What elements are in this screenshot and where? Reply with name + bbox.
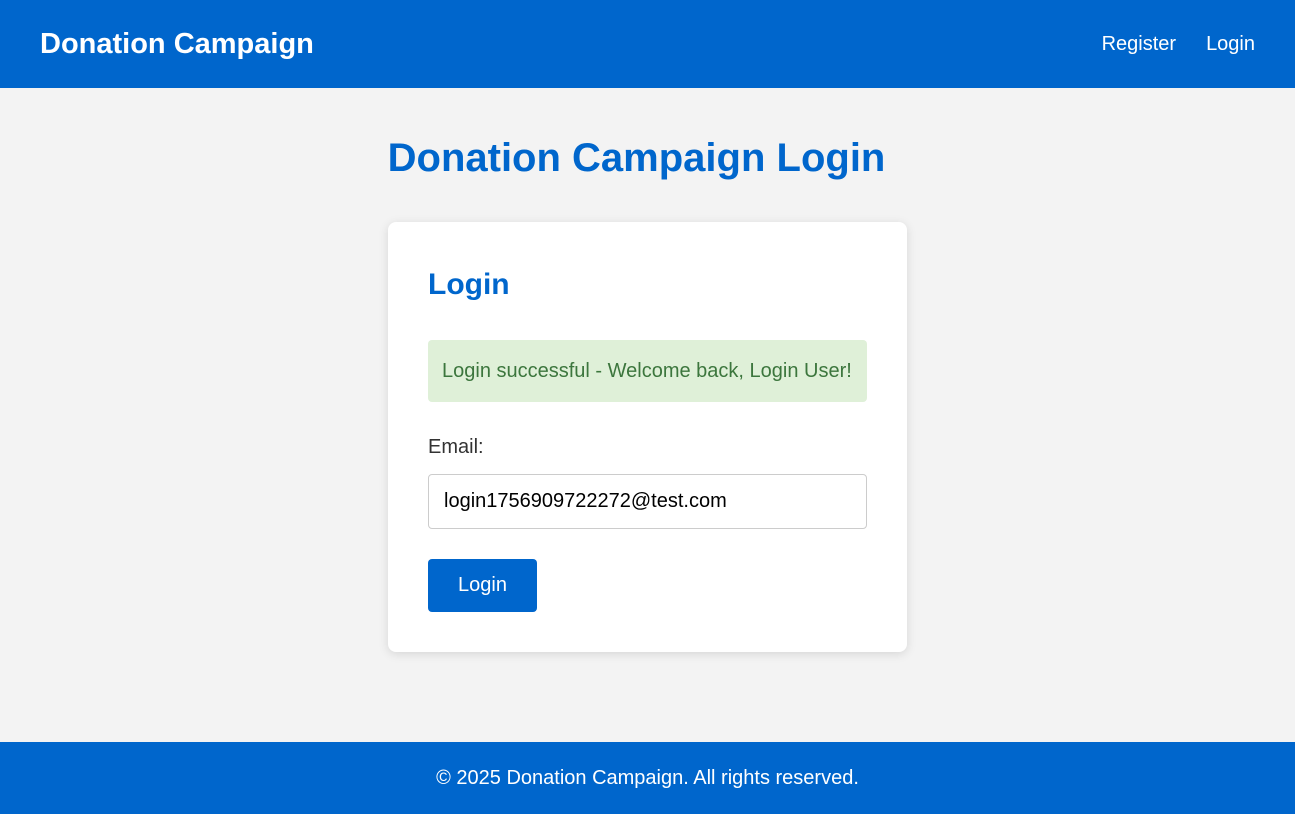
success-alert: Login successful - Welcome back, Login U… — [428, 340, 867, 402]
page-title: Donation Campaign Login — [387, 136, 886, 180]
nav-login-link[interactable]: Login — [1206, 33, 1255, 56]
email-label: Email: — [428, 436, 484, 458]
site-footer: © 2025 Donation Campaign. All rights res… — [0, 742, 1295, 814]
main-nav: Register Login — [1102, 33, 1255, 56]
brand-logo[interactable]: Donation Campaign — [40, 28, 314, 61]
login-card-title: Login — [428, 268, 510, 301]
email-field[interactable] — [428, 474, 867, 529]
login-button[interactable]: Login — [428, 559, 537, 612]
login-card: Login Login successful - Welcome back, L… — [388, 222, 907, 652]
nav-register-link[interactable]: Register — [1102, 33, 1176, 56]
footer-copyright: © 2025 Donation Campaign. All rights res… — [436, 766, 859, 789]
site-header: Donation Campaign Register Login — [0, 0, 1295, 88]
